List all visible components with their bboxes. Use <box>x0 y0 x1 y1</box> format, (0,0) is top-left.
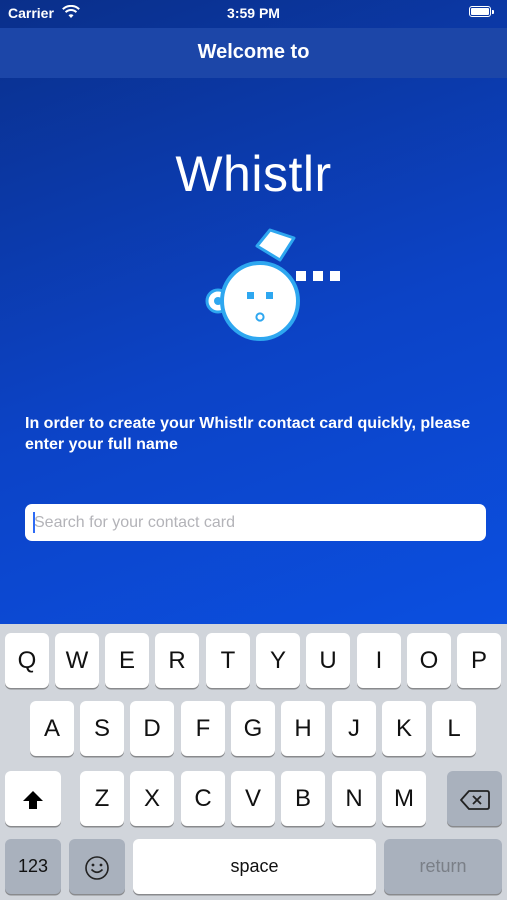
navigation-bar: Welcome to <box>0 28 507 78</box>
key-j[interactable]: J <box>332 701 376 756</box>
key-s[interactable]: S <box>80 701 124 756</box>
keyboard: Q W E R T Y U I O P A S D F G H J K L Z … <box>0 624 507 900</box>
key-l[interactable]: L <box>432 701 476 756</box>
key-t[interactable]: T <box>206 633 250 688</box>
key-z[interactable]: Z <box>80 771 124 826</box>
return-key[interactable]: return <box>384 839 502 894</box>
key-e[interactable]: E <box>105 633 149 688</box>
key-x[interactable]: X <box>130 771 174 826</box>
key-y[interactable]: Y <box>256 633 300 688</box>
contact-search-input[interactable] <box>25 504 486 541</box>
status-bar: Carrier 3:59 PM <box>0 0 507 28</box>
key-k[interactable]: K <box>382 701 426 756</box>
whistle-face-icon <box>205 228 340 341</box>
key-q[interactable]: Q <box>5 633 49 688</box>
key-m[interactable]: M <box>382 771 426 826</box>
key-i[interactable]: I <box>357 633 401 688</box>
key-u[interactable]: U <box>306 633 350 688</box>
delete-key[interactable] <box>447 771 502 826</box>
brand-name: Whistlr <box>175 146 332 202</box>
key-g[interactable]: G <box>231 701 275 756</box>
key-o[interactable]: O <box>407 633 451 688</box>
text-cursor <box>33 512 35 533</box>
emoji-icon <box>85 855 109 880</box>
instructions-text: In order to create your Whistlr contact … <box>25 415 471 453</box>
key-d[interactable]: D <box>130 701 174 756</box>
shift-arrow-icon <box>23 790 43 809</box>
emoji-key[interactable] <box>69 839 125 894</box>
key-h[interactable]: H <box>281 701 325 756</box>
backspace-icon <box>459 789 490 810</box>
key-w[interactable]: W <box>55 633 99 688</box>
battery-icon <box>469 6 494 17</box>
key-r[interactable]: R <box>155 633 199 688</box>
key-p[interactable]: P <box>457 633 501 688</box>
page-title: Welcome to <box>197 41 310 63</box>
numbers-key[interactable]: 123 <box>5 839 61 894</box>
key-v[interactable]: V <box>231 771 275 826</box>
space-key[interactable]: space <box>133 839 376 894</box>
key-n[interactable]: N <box>332 771 376 826</box>
key-f[interactable]: F <box>181 701 225 756</box>
key-b[interactable]: B <box>281 771 325 826</box>
shift-key[interactable] <box>5 771 61 826</box>
clock: 3:59 PM <box>227 5 280 21</box>
key-a[interactable]: A <box>30 701 74 756</box>
key-c[interactable]: C <box>181 771 225 826</box>
